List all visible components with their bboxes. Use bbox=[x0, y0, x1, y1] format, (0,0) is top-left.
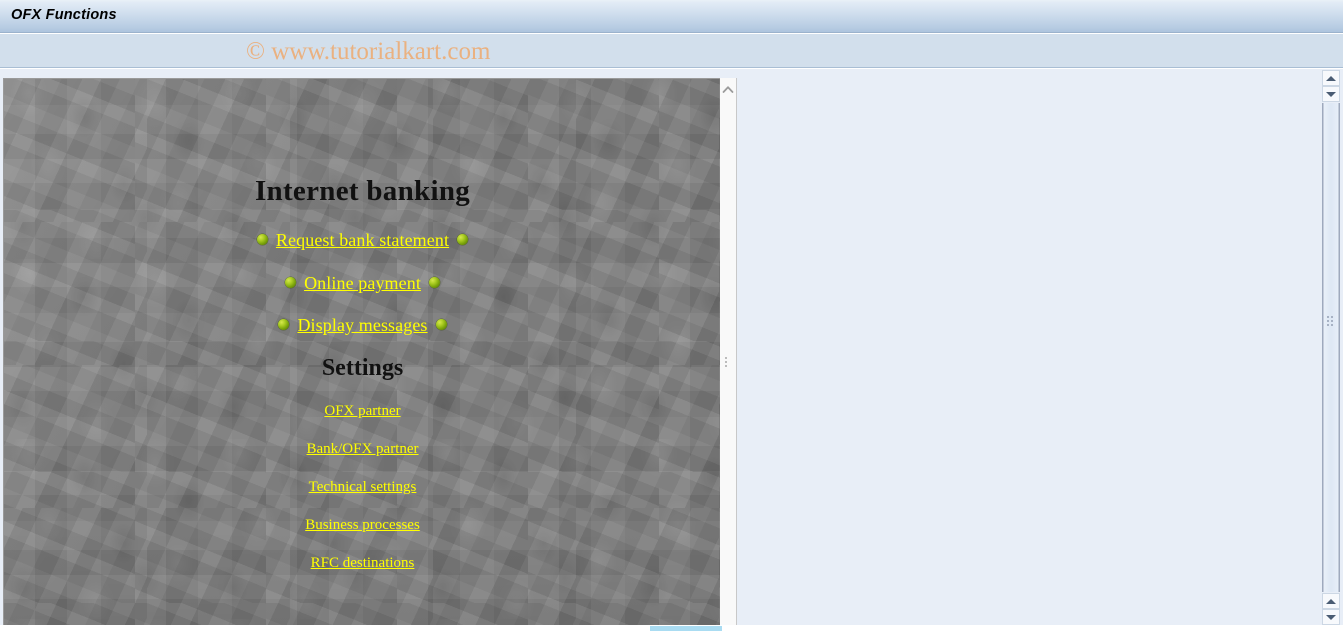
chevron-up-icon[interactable] bbox=[720, 82, 736, 98]
scroll-down-button-top[interactable] bbox=[1322, 86, 1340, 102]
watermark-text: © www.tutorialkart.com bbox=[246, 38, 491, 65]
bullet-left-icon bbox=[278, 318, 290, 330]
link-row-display-messages: Display messages bbox=[4, 316, 720, 334]
page-title: OFX Functions bbox=[11, 7, 117, 23]
content-frame-scrollbar[interactable] bbox=[720, 78, 737, 628]
toolbar-strip bbox=[0, 34, 1343, 68]
scrollbar-grip[interactable] bbox=[725, 355, 731, 369]
triangle-up-icon bbox=[1326, 598, 1336, 604]
link-technical-settings[interactable]: Technical settings bbox=[309, 479, 417, 495]
internet-banking-heading: Internet banking bbox=[254, 175, 471, 207]
link-rfc-destinations[interactable]: RFC destinations bbox=[311, 555, 415, 571]
internet-banking-content-frame: Internet banking Request bank statement … bbox=[3, 78, 720, 628]
link-row-bank-ofx-partner: Bank/OFX partner bbox=[4, 441, 720, 457]
window-title-bar: OFX Functions bbox=[0, 0, 1343, 33]
bullet-right-icon bbox=[457, 233, 469, 245]
link-row-business-processes: Business processes bbox=[4, 517, 720, 533]
link-display-messages[interactable]: Display messages bbox=[297, 315, 427, 335]
triangle-down-icon bbox=[1326, 614, 1336, 620]
link-row-request-bank-statement: Request bank statement bbox=[4, 231, 720, 249]
right-empty-pane bbox=[738, 69, 1318, 631]
settings-heading: Settings bbox=[321, 355, 404, 381]
scroll-up-button-top[interactable] bbox=[1322, 70, 1340, 86]
link-online-payment[interactable]: Online payment bbox=[304, 273, 421, 293]
scrollbar-thumb-grip bbox=[1327, 316, 1335, 328]
link-ofx-partner[interactable]: OFX partner bbox=[324, 403, 400, 419]
bullet-left-icon bbox=[285, 276, 297, 288]
scrollbar-thumb[interactable] bbox=[1322, 103, 1340, 592]
triangle-up-icon bbox=[1326, 75, 1336, 81]
link-row-ofx-partner: OFX partner bbox=[4, 403, 720, 419]
link-row-technical-settings: Technical settings bbox=[4, 479, 720, 495]
scroll-up-button-bottom[interactable] bbox=[1322, 593, 1340, 609]
link-business-processes[interactable]: Business processes bbox=[305, 517, 420, 533]
link-bank-ofx-partner[interactable]: Bank/OFX partner bbox=[306, 441, 418, 457]
bottom-progress-sliver bbox=[650, 626, 722, 631]
bullet-right-icon bbox=[428, 276, 440, 288]
link-row-online-payment: Online payment bbox=[4, 274, 720, 292]
bullet-right-icon bbox=[435, 318, 447, 330]
banknote-background-texture bbox=[4, 79, 720, 627]
bullet-left-icon bbox=[256, 233, 268, 245]
window-vertical-scrollbar[interactable] bbox=[1318, 69, 1343, 631]
triangle-down-icon bbox=[1326, 91, 1336, 97]
link-row-rfc-destinations: RFC destinations bbox=[4, 555, 720, 571]
scroll-down-button-bottom[interactable] bbox=[1322, 609, 1340, 625]
link-request-bank-statement[interactable]: Request bank statement bbox=[276, 230, 449, 250]
